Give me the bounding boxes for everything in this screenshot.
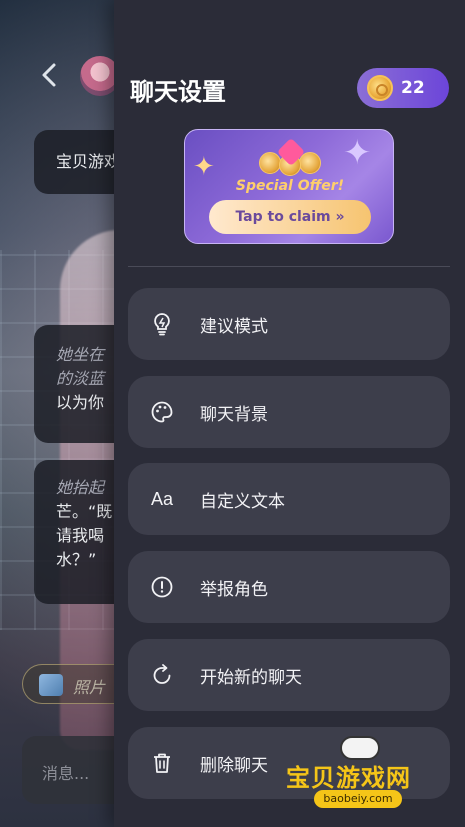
alert-circle-icon [150, 575, 174, 599]
bubble-text: 宝贝游戏 [56, 152, 121, 171]
message-placeholder: 消息... [42, 764, 90, 783]
offer-title: Special Offer! [235, 178, 345, 194]
watermark-url: baobeiy.com [314, 790, 402, 808]
image-icon [39, 674, 63, 696]
coin-stack-icon [259, 137, 323, 176]
menu-item-label: 建议模式 [200, 316, 268, 337]
back-arrow-icon[interactable] [36, 60, 62, 90]
watermark-text: 宝贝游戏网 [286, 764, 411, 792]
sparkle-icon: ✦ [193, 152, 215, 182]
coin-balance-badge[interactable]: 22 [357, 68, 449, 108]
special-offer-banner[interactable]: ✦ ✦ Special Offer! Tap to claim » [184, 129, 394, 244]
menu-item-custom-text[interactable]: Aa 自定义文本 [128, 463, 450, 535]
palette-icon [150, 400, 174, 424]
chat-settings-drawer: 聊天设置 22 ✦ ✦ Special Offer! Tap to claim … [114, 0, 465, 827]
menu-item-label: 开始新的聊天 [200, 667, 302, 688]
divider [128, 266, 450, 267]
menu-item-label: 聊天背景 [200, 404, 268, 425]
coin-icon [367, 75, 393, 101]
coin-count: 22 [401, 78, 425, 98]
menu-item-suggestion-mode[interactable]: 建议模式 [128, 288, 450, 360]
menu-item-report-character[interactable]: 举报角色 [128, 551, 450, 623]
text-format-icon: Aa [150, 488, 174, 509]
lightbulb-icon [150, 312, 174, 336]
menu-item-label: 举报角色 [200, 579, 268, 600]
trash-icon [150, 751, 174, 775]
sparkle-icon: ✦ [343, 133, 372, 173]
menu-item-chat-background[interactable]: 聊天背景 [128, 376, 450, 448]
watermark-logo: 宝贝游戏网 baobeiy.com [286, 736, 436, 816]
tap-to-claim-button[interactable]: Tap to claim » [209, 200, 371, 234]
drawer-title: 聊天设置 [130, 78, 226, 106]
menu-item-label: 删除聊天 [200, 755, 268, 776]
refresh-icon [150, 663, 174, 687]
menu-item-label: 自定义文本 [200, 491, 285, 512]
photo-label: 照片 [73, 678, 106, 697]
gamepad-icon [340, 736, 380, 760]
menu-item-new-chat[interactable]: 开始新的聊天 [128, 639, 450, 711]
